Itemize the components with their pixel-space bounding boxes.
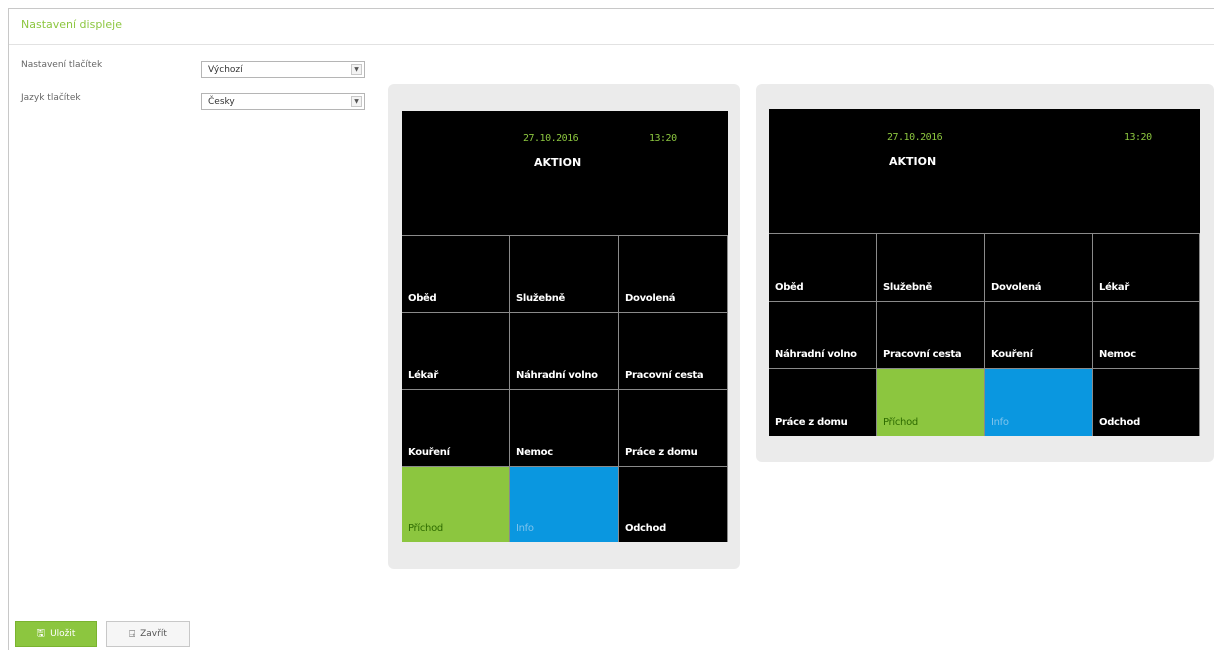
- close-button[interactable]: ⍈ Zavřít: [106, 621, 190, 647]
- display-tile[interactable]: Oběd: [769, 233, 877, 301]
- display-tile[interactable]: Dovolená: [985, 233, 1093, 301]
- display-tile-label: Služebně: [883, 282, 933, 293]
- display-tile-label: Odchod: [625, 523, 666, 534]
- display-tile-label: Lékař: [1099, 282, 1129, 293]
- display-tile[interactable]: Oběd: [402, 235, 510, 312]
- display-tile[interactable]: Lékař: [1093, 233, 1200, 301]
- display-brand: AKTION: [534, 156, 582, 169]
- button-setting-value: Výchozí: [208, 65, 243, 75]
- preview-portrait: 27.10.2016 13:20 AKTION Oběd Služebně Dovo…: [388, 84, 740, 569]
- display-tile[interactable]: Nemoc: [510, 389, 619, 466]
- display-tile[interactable]: Služebně: [877, 233, 985, 301]
- display-tile[interactable]: Odchod: [619, 466, 728, 542]
- display-tile-label: Info: [516, 523, 534, 534]
- preview-landscape: 27.10.2016 13:20 AKTION Oběd Služebně Dovo…: [756, 84, 1214, 462]
- display-tile[interactable]: Náhradní volno: [769, 301, 877, 368]
- button-language-select[interactable]: Česky ▼: [201, 93, 365, 110]
- display-tile-label: Oběd: [408, 293, 437, 304]
- display-time: 13:20: [1124, 132, 1152, 143]
- display-tile-label: Kouření: [991, 349, 1033, 360]
- panel-title: Nastavení displeje: [21, 18, 122, 31]
- display-screen-landscape: 27.10.2016 13:20 AKTION Oběd Služebně Dovo…: [769, 109, 1200, 436]
- display-tile-label: Pracovní cesta: [625, 370, 704, 381]
- display-button-grid: Oběd Služebně Dovolená Lékař Náhradní volno P…: [769, 233, 1200, 436]
- display-tile-label: Info: [991, 417, 1009, 428]
- display-tile-label: Náhradní volno: [516, 370, 598, 381]
- floppy-icon: 🖫: [36, 627, 46, 639]
- display-tile-label: Dovolená: [625, 293, 676, 304]
- chevron-down-icon[interactable]: ▼: [351, 64, 362, 75]
- display-tile[interactable]: Kouření: [985, 301, 1093, 368]
- display-tile[interactable]: Info: [510, 466, 619, 542]
- display-tile[interactable]: Příchod: [402, 466, 510, 542]
- display-date: 27.10.2016: [887, 132, 943, 143]
- display-date: 27.10.2016: [523, 133, 579, 144]
- display-tile-label: Nemoc: [1099, 349, 1136, 360]
- display-brand: AKTION: [889, 155, 937, 168]
- button-language-label: Jazyk tlačítek: [21, 93, 81, 103]
- display-tile[interactable]: Info: [985, 368, 1093, 436]
- button-language-value: Česky: [208, 97, 235, 107]
- display-tile[interactable]: Odchod: [1093, 368, 1200, 436]
- display-tile-label: Práce z domu: [775, 417, 848, 428]
- chevron-down-icon[interactable]: ▼: [351, 96, 362, 107]
- display-tile-label: Služebně: [516, 293, 566, 304]
- display-screen-portrait: 27.10.2016 13:20 AKTION Oběd Služebně Dovo…: [402, 111, 728, 542]
- display-tile[interactable]: Pracovní cesta: [877, 301, 985, 368]
- button-setting-label: Nastavení tlačítek: [21, 60, 103, 70]
- title-divider: [9, 44, 1214, 45]
- display-tile-label: Odchod: [1099, 417, 1140, 428]
- save-button[interactable]: 🖫 Uložit: [15, 621, 97, 647]
- display-tile-label: Pracovní cesta: [883, 349, 962, 360]
- display-tile-label: Příchod: [883, 417, 918, 428]
- display-tile[interactable]: Dovolená: [619, 235, 728, 312]
- door-exit-icon: ⍈: [129, 628, 136, 640]
- display-tile-label: Příchod: [408, 523, 443, 534]
- display-tile[interactable]: Kouření: [402, 389, 510, 466]
- display-tile[interactable]: Práce z domu: [619, 389, 728, 466]
- close-button-label: Zavřít: [140, 629, 167, 639]
- display-tile-label: Oběd: [775, 282, 804, 293]
- display-time: 13:20: [649, 133, 677, 144]
- save-button-label: Uložit: [50, 629, 76, 639]
- display-tile[interactable]: Práce z domu: [769, 368, 877, 436]
- display-tile[interactable]: Náhradní volno: [510, 312, 619, 389]
- display-tile[interactable]: Příchod: [877, 368, 985, 436]
- display-button-grid: Oběd Služebně Dovolená Lékař Náhradní volno P…: [402, 235, 728, 542]
- display-tile[interactable]: Služebně: [510, 235, 619, 312]
- display-tile-label: Lékař: [408, 370, 438, 381]
- display-tile-label: Nemoc: [516, 447, 553, 458]
- display-tile-label: Práce z domu: [625, 447, 698, 458]
- display-tile-label: Náhradní volno: [775, 349, 857, 360]
- button-setting-select[interactable]: Výchozí ▼: [201, 61, 365, 78]
- display-tile[interactable]: Pracovní cesta: [619, 312, 728, 389]
- display-tile-label: Dovolená: [991, 282, 1042, 293]
- display-tile[interactable]: Nemoc: [1093, 301, 1200, 368]
- display-tile-label: Kouření: [408, 447, 450, 458]
- display-tile[interactable]: Lékař: [402, 312, 510, 389]
